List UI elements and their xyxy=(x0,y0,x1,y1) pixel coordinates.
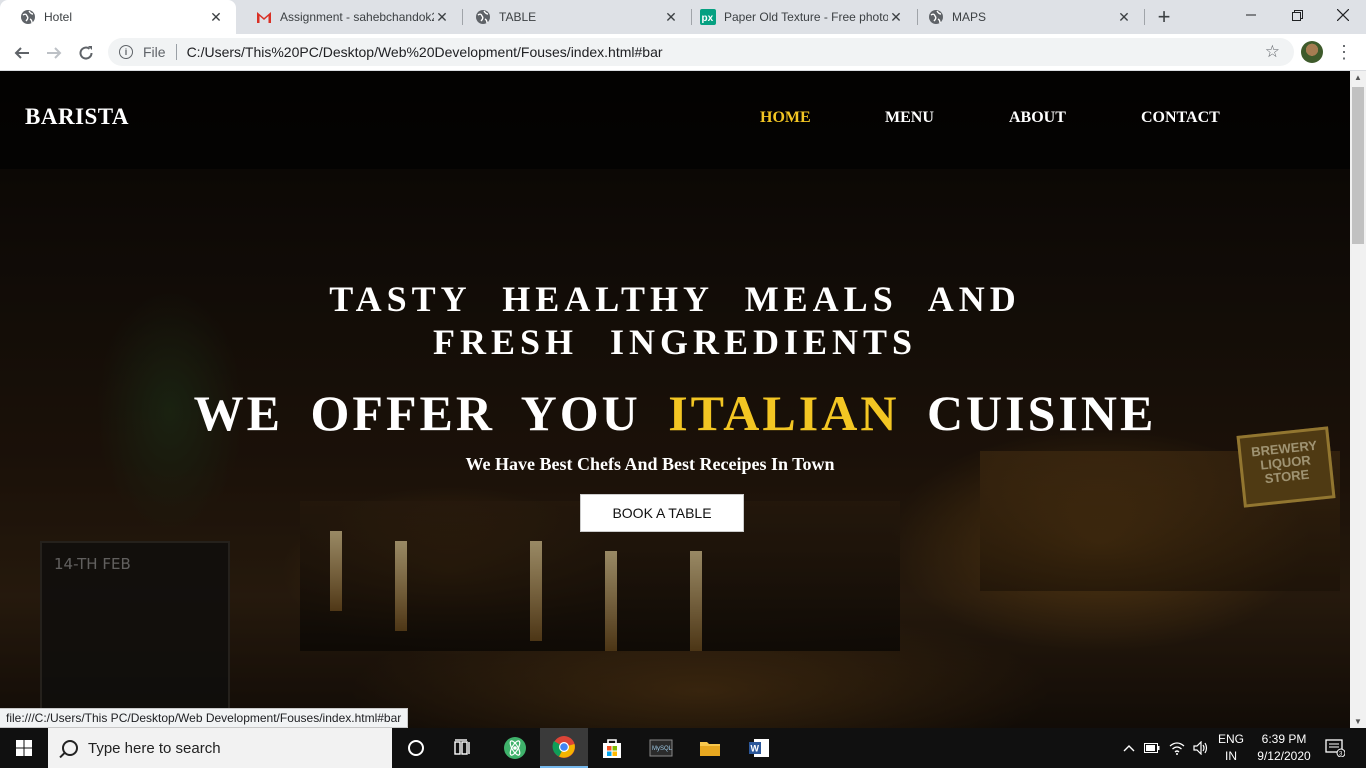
page-scrollbar[interactable]: ▲ ▼ xyxy=(1350,71,1366,728)
tab-title: TABLE xyxy=(499,10,537,24)
notification-icon: 3 xyxy=(1325,739,1345,757)
nav-about[interactable]: ABOUT xyxy=(1009,109,1066,127)
task-view-icon xyxy=(454,739,470,755)
tab-title: Hotel xyxy=(44,10,73,24)
site-header: BARISTA HOME MENU ABOUT CONTACT xyxy=(0,71,1350,169)
scrollbar-thumb[interactable] xyxy=(1352,87,1364,244)
browser-toolbar: i File C:/Users/This%20PC/Desktop/Web%20… xyxy=(0,34,1366,71)
notifications-button[interactable]: 3 xyxy=(1320,728,1350,768)
chrome-icon xyxy=(552,736,575,758)
tab-maps[interactable]: MAPS ✕ xyxy=(908,0,1144,34)
language-indicator[interactable]: ENG IN xyxy=(1217,731,1245,765)
language-region: IN xyxy=(1225,749,1237,763)
close-icon[interactable]: ✕ xyxy=(888,9,904,25)
mysql-workbench-icon: MySQL xyxy=(649,739,673,757)
book-table-button[interactable]: BOOK A TABLE xyxy=(580,494,744,532)
clock-date: 9/12/2020 xyxy=(1257,749,1311,763)
taskbar-search[interactable]: Type here to search xyxy=(48,728,392,768)
reload-icon xyxy=(79,46,93,60)
battery-icon[interactable] xyxy=(1142,728,1162,768)
windows-taskbar: Type here to search MySQL W ENG IN 6:39 … xyxy=(0,728,1366,768)
nav-menu[interactable]: MENU xyxy=(885,109,934,127)
address-scheme: File xyxy=(143,44,166,60)
hero-tagline-line1: TASTY HEALTHY MEALS AND xyxy=(329,279,1021,319)
reload-button[interactable] xyxy=(72,39,100,67)
hero-subtitle: We Have Best Chefs And Best Receipes In … xyxy=(465,454,835,474)
gmail-icon xyxy=(256,9,272,25)
close-icon[interactable]: ✕ xyxy=(1116,9,1132,25)
minimize-button[interactable] xyxy=(1228,0,1274,30)
hero-title-suffix: CUISINE xyxy=(926,385,1157,441)
scroll-up-icon[interactable]: ▲ xyxy=(1354,73,1362,82)
wifi-icon[interactable] xyxy=(1166,728,1188,768)
close-icon[interactable]: ✕ xyxy=(434,9,450,25)
address-url[interactable]: C:/Users/This%20PC/Desktop/Web%20Develop… xyxy=(187,44,663,60)
hero-tagline-line2: FRESH INGREDIENTS xyxy=(432,322,918,362)
tray-chevron-up-icon[interactable] xyxy=(1120,728,1138,768)
volume-icon[interactable] xyxy=(1190,728,1212,768)
language-code: ENG xyxy=(1217,732,1244,746)
cortana-button[interactable] xyxy=(392,728,440,768)
taskbar-atom[interactable] xyxy=(491,728,539,768)
arrow-left-icon xyxy=(14,47,29,59)
svg-text:W: W xyxy=(751,744,760,754)
taskbar-search-placeholder: Type here to search xyxy=(88,739,221,757)
close-icon[interactable]: ✕ xyxy=(208,9,224,25)
taskbar-file-explorer[interactable] xyxy=(686,728,734,768)
taskbar-mysql[interactable]: MySQL xyxy=(637,728,685,768)
task-view-button[interactable] xyxy=(440,728,488,768)
profile-avatar[interactable] xyxy=(1301,41,1323,63)
site-brand[interactable]: BARISTA xyxy=(25,104,129,130)
hero-title-accent: ITALIAN xyxy=(668,385,900,441)
tab-table[interactable]: TABLE ✕ xyxy=(455,0,691,34)
tab-title: MAPS xyxy=(952,10,987,24)
browser-tab-strip: Hotel ✕ Assignment - sahebchandok20 ✕ TA… xyxy=(0,0,1366,34)
forward-button[interactable] xyxy=(40,39,68,67)
address-bar[interactable]: i File C:/Users/This%20PC/Desktop/Web%20… xyxy=(108,38,1294,66)
folder-icon xyxy=(700,742,720,756)
close-icon[interactable]: ✕ xyxy=(663,9,679,25)
tab-separator xyxy=(1144,9,1145,25)
pexels-icon: px xyxy=(700,9,716,25)
bookmark-star-icon[interactable]: ☆ xyxy=(1265,42,1280,62)
globe-icon xyxy=(928,9,944,25)
arrow-right-icon xyxy=(47,47,62,59)
start-button[interactable] xyxy=(0,728,48,768)
close-window-button[interactable] xyxy=(1320,0,1366,30)
tab-hotel[interactable]: Hotel ✕ xyxy=(0,0,236,34)
svg-text:MySQL: MySQL xyxy=(652,746,673,752)
taskbar-clock[interactable]: 6:39 PM 9/12/2020 xyxy=(1253,731,1315,765)
tab-assignment[interactable]: Assignment - sahebchandok20 ✕ xyxy=(236,0,462,34)
tab-paper-old-texture[interactable]: px Paper Old Texture - Free photo ✕ xyxy=(680,0,916,34)
restore-button[interactable] xyxy=(1274,0,1320,30)
tab-title: Assignment - sahebchandok20 xyxy=(280,10,434,24)
info-icon[interactable]: i xyxy=(119,45,133,59)
address-divider xyxy=(175,44,177,60)
taskbar-store[interactable] xyxy=(588,728,636,768)
nav-home[interactable]: HOME xyxy=(760,109,811,127)
link-status-bubble: file:///C:/Users/This PC/Desktop/Web Dev… xyxy=(0,708,409,728)
windows-logo-icon xyxy=(16,740,32,756)
new-tab-button[interactable]: + xyxy=(1152,4,1176,29)
word-icon: W xyxy=(749,739,769,757)
store-bag-icon xyxy=(603,739,621,758)
svg-text:px: px xyxy=(702,13,714,24)
tab-title: Paper Old Texture - Free photo xyxy=(724,10,888,24)
more-menu-icon[interactable]: ⋮ xyxy=(1335,42,1353,62)
globe-icon xyxy=(475,9,491,25)
page-viewport: BREWERY LIQUOR STORE 14-TH FEB BARISTA H… xyxy=(0,71,1350,728)
atom-icon xyxy=(504,737,526,759)
back-button[interactable] xyxy=(8,39,36,67)
cortana-icon xyxy=(408,740,424,756)
globe-icon xyxy=(20,9,36,25)
scroll-down-icon[interactable]: ▼ xyxy=(1354,717,1362,726)
taskbar-chrome[interactable] xyxy=(540,728,588,768)
hero-title-prefix: WE OFFER YOU xyxy=(193,385,641,441)
search-icon xyxy=(62,740,78,756)
taskbar-word[interactable]: W xyxy=(735,728,783,768)
clock-time: 6:39 PM xyxy=(1261,732,1307,746)
hero-title: WE OFFER YOU ITALIAN CUISINE xyxy=(0,384,1350,442)
nav-contact[interactable]: CONTACT xyxy=(1141,109,1220,127)
